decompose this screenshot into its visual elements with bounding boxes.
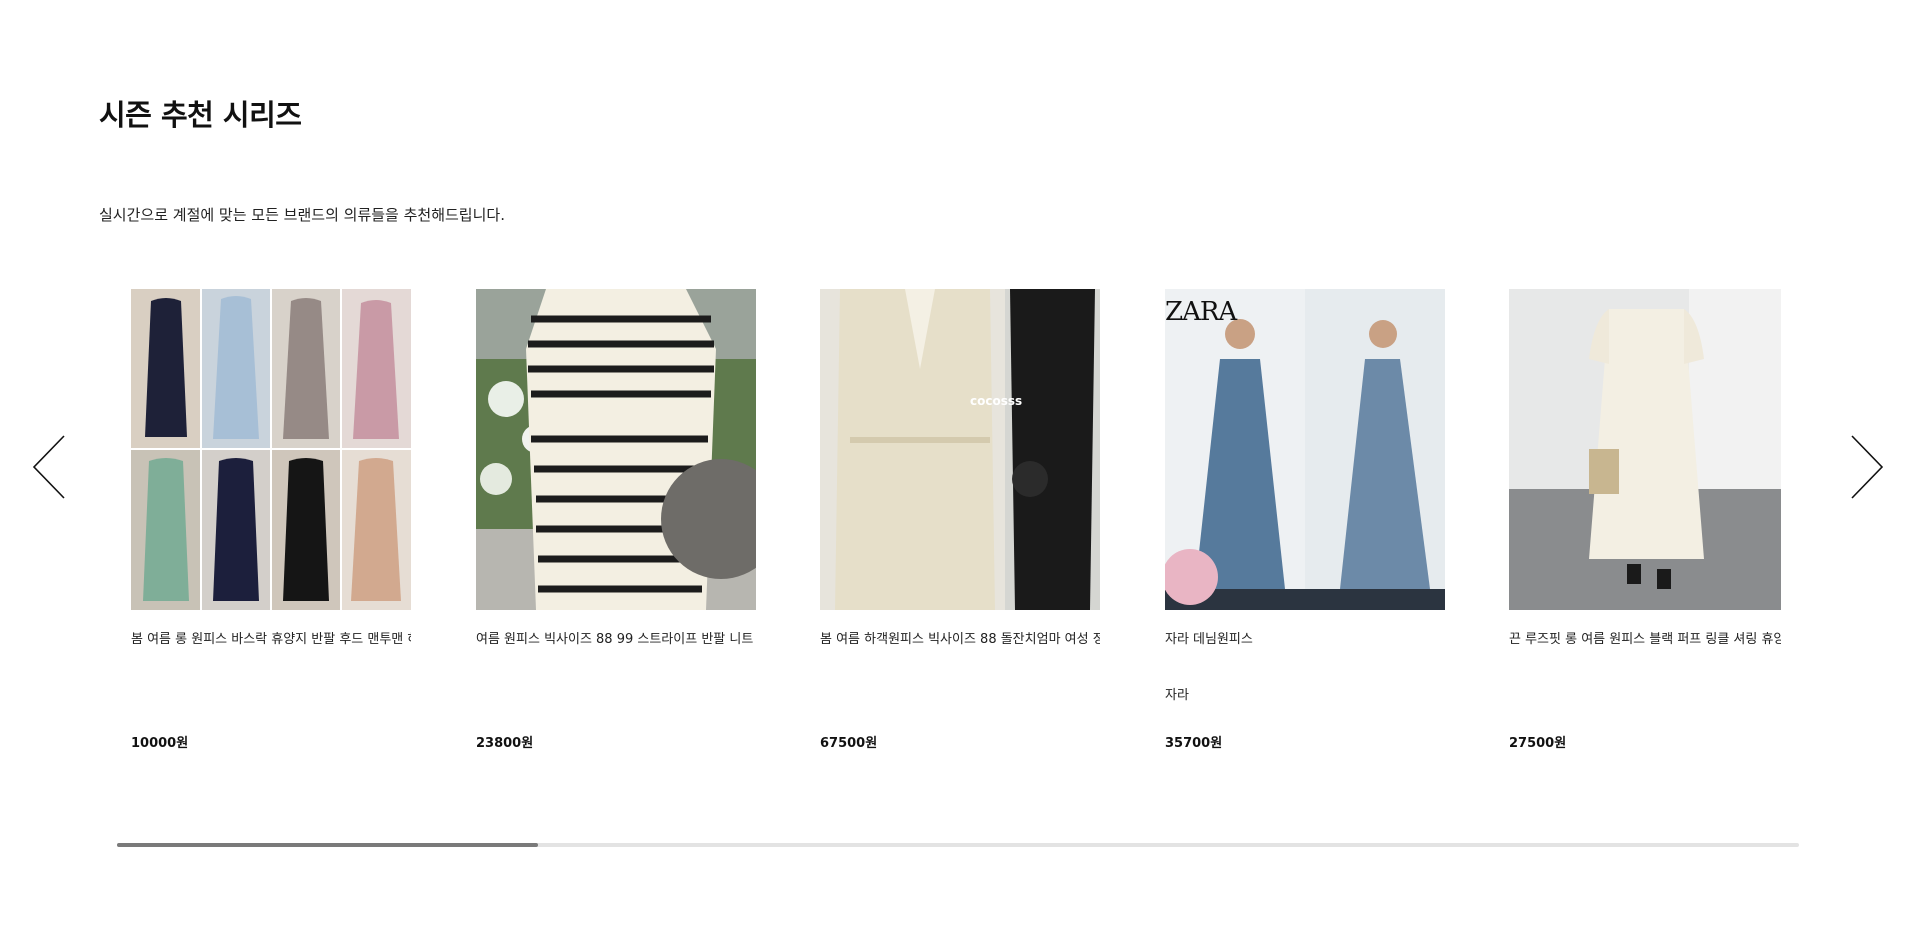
carousel-scrollbar-thumb[interactable] xyxy=(117,843,538,847)
product-card[interactable]: ZARA 자라 데님원피스 자라 35700원 xyxy=(1165,289,1445,751)
image-watermark: cocosss xyxy=(970,394,1023,408)
product-price: 35700원 xyxy=(1165,736,1223,751)
product-image[interactable]: ZARA xyxy=(1165,289,1445,610)
product-price: 10000원 xyxy=(131,736,189,751)
chevron-right-icon xyxy=(1851,435,1884,499)
product-price: 67500원 xyxy=(820,736,878,751)
carousel-next-button[interactable] xyxy=(1846,434,1886,500)
product-price: 27500원 xyxy=(1509,736,1567,751)
product-image[interactable]: cocosss xyxy=(820,289,1100,610)
product-carousel[interactable]: 봄 여름 롱 원피스 바스락 휴양지 반팔 후드 맨투맨 하객 10000원 여… xyxy=(131,289,1781,769)
product-name[interactable]: 끈 루즈핏 롱 여름 원피스 블랙 퍼프 링클 셔링 휴양지 여 xyxy=(1509,632,1781,649)
product-name[interactable]: 여름 원피스 빅사이즈 88 99 스트라이프 반팔 니트 롱 xyxy=(476,632,756,649)
product-image[interactable] xyxy=(1509,289,1781,610)
carousel-prev-button[interactable] xyxy=(30,434,70,500)
product-name[interactable]: 자라 데님원피스 xyxy=(1165,632,1445,649)
product-image[interactable] xyxy=(476,289,756,610)
section-subtitle: 실시간으로 계절에 맞는 모든 브랜드의 의류들을 추천해드립니다. xyxy=(99,206,505,224)
product-card[interactable]: 봄 여름 롱 원피스 바스락 휴양지 반팔 후드 맨투맨 하객 10000원 xyxy=(131,289,411,751)
product-card[interactable]: 끈 루즈핏 롱 여름 원피스 블랙 퍼프 링클 셔링 휴양지 여 27500원 xyxy=(1509,289,1781,751)
product-card[interactable]: cocosss 봄 여름 하객원피스 빅사이즈 88 돌잔치엄마 여성 정장 6… xyxy=(820,289,1100,751)
product-name[interactable]: 봄 여름 롱 원피스 바스락 휴양지 반팔 후드 맨투맨 하객 xyxy=(131,632,411,649)
product-brand: 자라 xyxy=(1165,688,1189,703)
season-recommendation-page: 시즌 추천 시리즈 실시간으로 계절에 맞는 모든 브랜드의 의류들을 추천해드… xyxy=(0,0,1907,941)
product-image[interactable] xyxy=(131,289,411,610)
brand-logo: ZARA xyxy=(1165,297,1237,327)
chevron-left-icon xyxy=(32,435,65,499)
product-card[interactable]: 여름 원피스 빅사이즈 88 99 스트라이프 반팔 니트 롱 23800원 xyxy=(476,289,756,751)
product-name[interactable]: 봄 여름 하객원피스 빅사이즈 88 돌잔치엄마 여성 정장 xyxy=(820,632,1100,649)
product-price: 23800원 xyxy=(476,736,534,751)
carousel-scrollbar[interactable] xyxy=(117,843,1799,847)
section-title: 시즌 추천 시리즈 xyxy=(99,98,302,132)
